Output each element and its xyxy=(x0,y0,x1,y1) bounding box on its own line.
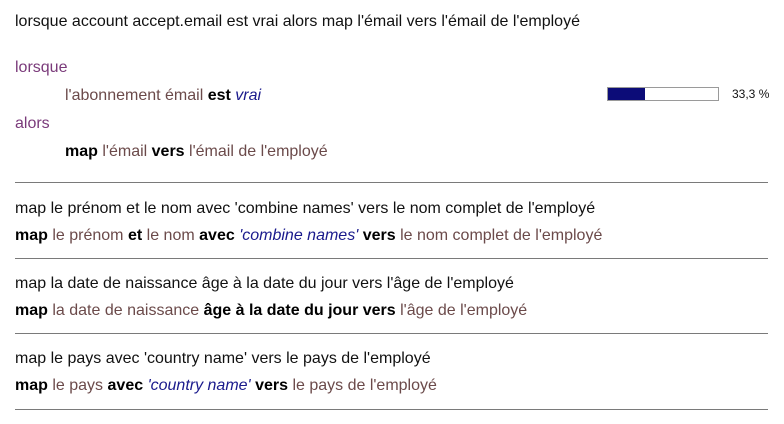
rule2-verb: map xyxy=(15,227,48,244)
divider xyxy=(15,409,768,410)
rule3-verb: map xyxy=(15,302,48,319)
rule4-to: vers xyxy=(255,377,288,394)
rule4-body: map le pays avec 'country name' vers le … xyxy=(15,376,437,396)
rule4-source: le pays xyxy=(52,377,104,394)
rule2-to: vers xyxy=(362,227,396,244)
rule2-body: map le prénom et le nom avec 'combine na… xyxy=(15,226,602,246)
rule4-verb: map xyxy=(15,377,48,394)
rule1-action-to: vers xyxy=(151,143,185,160)
rule2-source2: le nom xyxy=(146,227,195,244)
rule1-action-target: l'émail de l'employé xyxy=(189,143,328,160)
rule3-to: vers xyxy=(362,302,396,319)
rule3-title: map la date de naissance âge à la date d… xyxy=(15,275,514,292)
divider xyxy=(15,258,768,259)
rule3-body: map la date de naissance âge à la date d… xyxy=(15,301,527,321)
rule4-target: le pays de l'employé xyxy=(292,377,437,394)
rule4-function: 'country name' xyxy=(147,377,251,394)
divider xyxy=(15,182,768,183)
rule2-title: map le prénom et le nom avec 'combine na… xyxy=(15,200,596,217)
rule2-with: avec xyxy=(199,227,235,244)
rule1-action: map l'émail vers l'émail de l'employé xyxy=(65,142,328,162)
rule4-title: map le pays avec 'country name' vers le … xyxy=(15,350,431,367)
rule2-function: 'combine names' xyxy=(239,227,359,244)
rule2-target: le nom complet de l'employé xyxy=(400,227,603,244)
rule1-title: lorsque account accept.email est vrai al… xyxy=(15,13,580,30)
rule1-condition: l'abonnement émail est vrai xyxy=(65,86,261,106)
rule3-source: la date de naissance xyxy=(52,302,200,319)
rule1-condition-value: vrai xyxy=(235,87,262,104)
rule1-condition-op: est xyxy=(207,87,231,104)
rule1-then-keyword: alors xyxy=(15,115,50,132)
rule1-action-source: l'émail xyxy=(102,143,148,160)
rule1-action-verb: map xyxy=(65,143,98,160)
rule2-and: et xyxy=(127,227,143,244)
coverage-percent-label: 33,3 % xyxy=(732,87,770,101)
divider xyxy=(15,333,768,334)
coverage-progress-fill xyxy=(608,88,645,100)
rule3-modifier: âge à la date du jour xyxy=(203,302,359,319)
rule4-with: avec xyxy=(107,377,144,394)
rule2-source1: le prénom xyxy=(52,227,124,244)
rule3-target: l'âge de l'employé xyxy=(400,302,528,319)
rule1-when-keyword: lorsque xyxy=(15,59,68,76)
rule1-condition-subject: l'abonnement émail xyxy=(65,87,204,104)
coverage-progress-bar xyxy=(607,87,719,101)
